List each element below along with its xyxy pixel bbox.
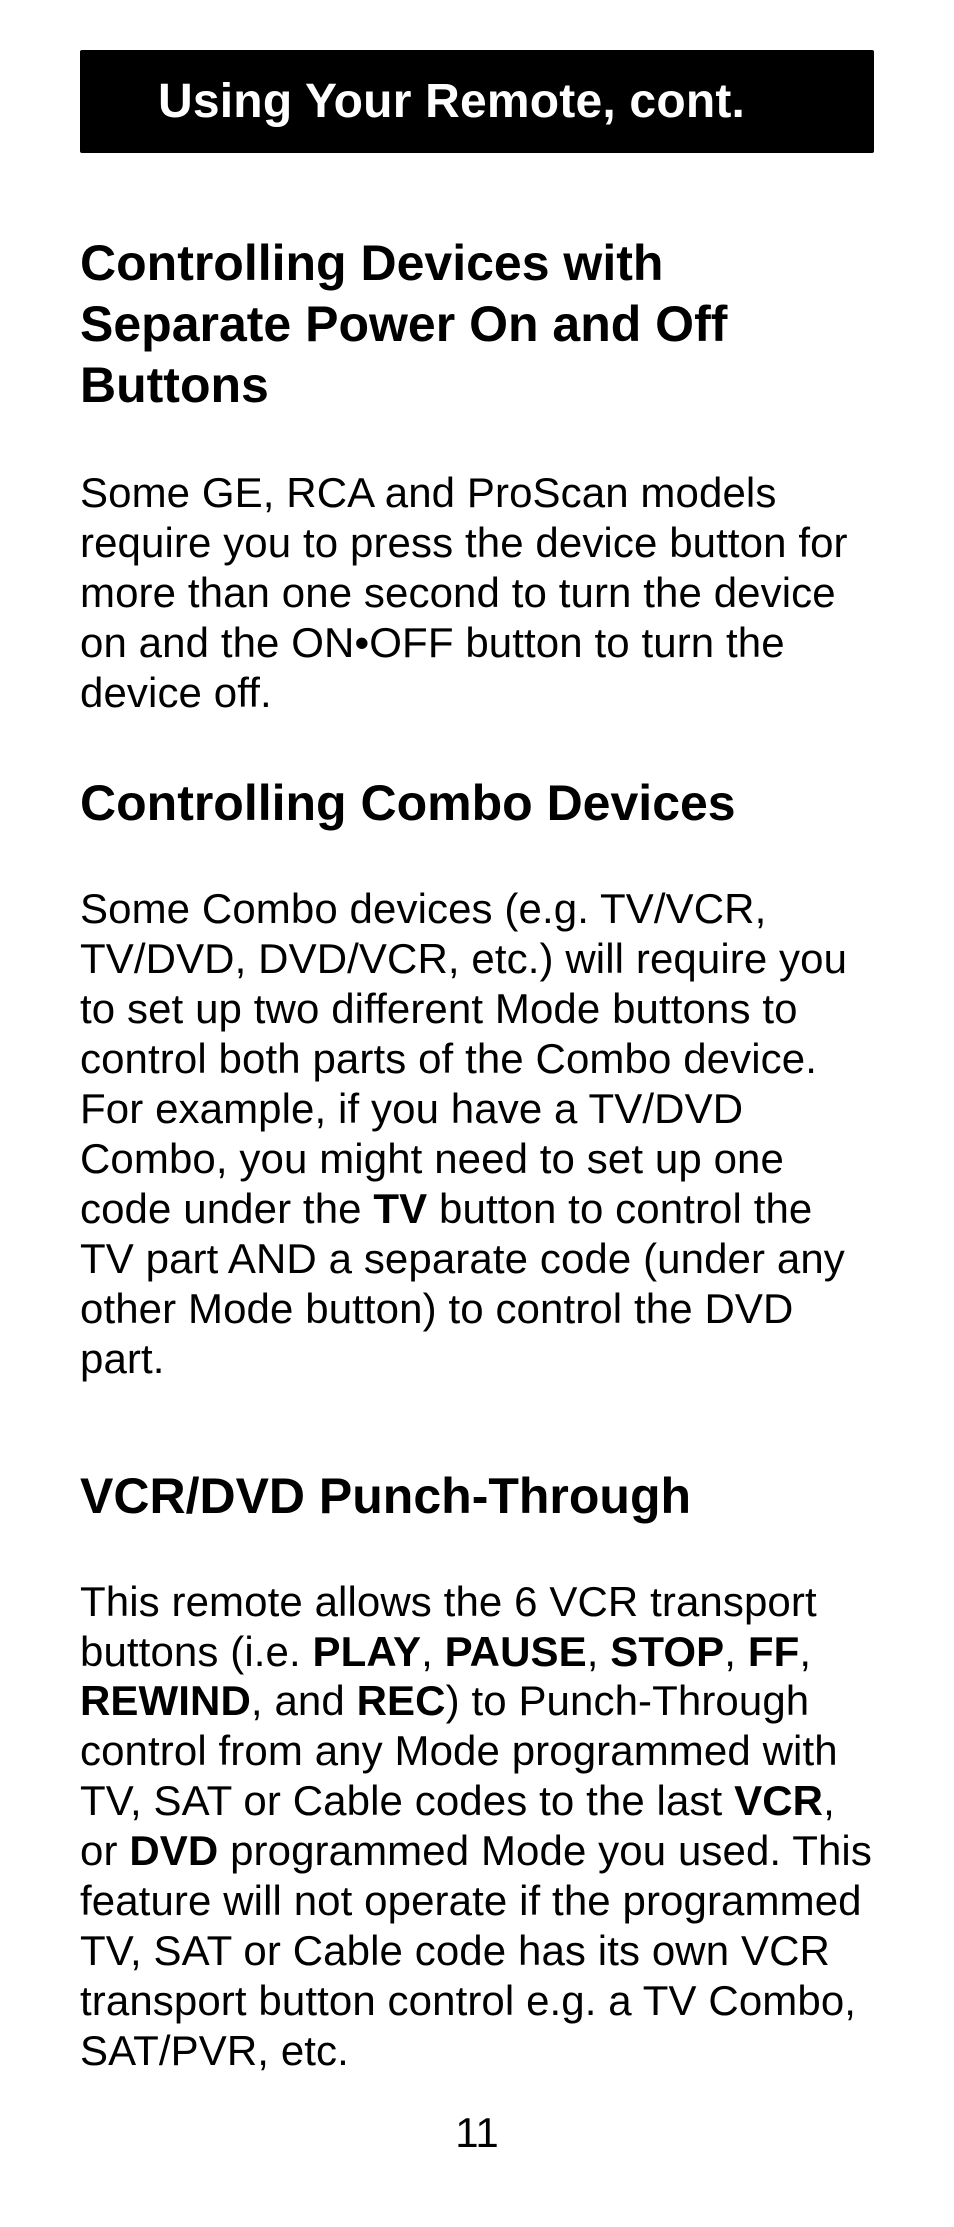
section-power-buttons: Controlling Devices with Separate Power …: [80, 233, 874, 718]
bold-play: PLAY: [313, 1628, 422, 1675]
text-run: Some Combo devices (e.g. TV/VCR, TV/DVD,…: [80, 885, 847, 1232]
section-combo-devices: Controlling Combo Devices Some Combo dev…: [80, 773, 874, 1384]
bold-rewind: REWIND: [80, 1677, 251, 1724]
section-punch-through: VCR/DVD Punch-Through This remote allows…: [80, 1466, 874, 2077]
heading-power-buttons: Controlling Devices with Separate Power …: [80, 233, 874, 416]
body-combo-devices: Some Combo devices (e.g. TV/VCR, TV/DVD,…: [80, 884, 874, 1384]
text-run: ,: [724, 1628, 748, 1675]
heading-punch-through: VCR/DVD Punch-Through: [80, 1466, 874, 1527]
page-banner: Using Your Remote, cont.: [80, 50, 874, 153]
bold-tv: TV: [373, 1185, 427, 1232]
bold-pause: PAUSE: [445, 1628, 587, 1675]
text-run: , and: [251, 1677, 357, 1724]
heading-combo-devices: Controlling Combo Devices: [80, 773, 874, 834]
bold-stop: STOP: [610, 1628, 724, 1675]
body-punch-through: This remote allows the 6 VCR transport b…: [80, 1577, 874, 2077]
bold-vcr: VCR: [734, 1777, 823, 1824]
text-run: ,: [587, 1628, 611, 1675]
bold-rec: REC: [357, 1677, 446, 1724]
bold-dvd: DVD: [129, 1827, 218, 1874]
text-run: ,: [799, 1628, 811, 1675]
bold-ff: FF: [748, 1628, 800, 1675]
page-number: 11: [0, 2109, 954, 2157]
body-power-buttons: Some GE, RCA and ProScan models require …: [80, 468, 874, 718]
text-run: ,: [421, 1628, 445, 1675]
